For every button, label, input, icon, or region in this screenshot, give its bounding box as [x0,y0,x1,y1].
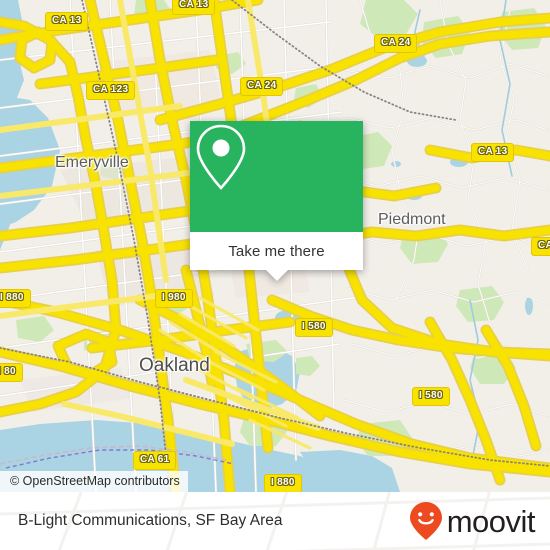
take-me-there-label: Take me there [228,242,325,260]
road-shield-ca13-nw: CA 13 [45,12,89,31]
footer-bar: B-Light Communications, SF Bay Area moov… [0,492,550,550]
road-shield-ca13-e: CA 13 [471,143,515,162]
road-shield-ca24-ne: CA 24 [374,34,418,53]
moovit-logo[interactable]: moovit [409,501,536,541]
road-shield-i980: I 980 [155,289,193,308]
road-shield-ca13-n: CA 13 [172,0,216,15]
map-attribution[interactable]: © OpenStreetMap contributors [0,471,188,492]
moovit-smile-pin-icon [409,502,442,540]
moovit-wordmark: moovit [446,503,536,539]
place-label-piedmont: Piedmont [378,211,446,228]
road-shield-i580-e: I 580 [412,387,450,406]
popup-pointer-tail [265,270,288,281]
map-pin-icon [196,124,246,190]
take-me-there-button[interactable]: Take me there [190,232,363,281]
road-shield-i580-n: I 580 [295,318,333,337]
road-shield-ca123: CA 123 [86,81,136,100]
road-shield-ca-edge: CA [531,237,550,256]
map-screenshot: .w { fill:#aad3e3; } .pk { fill:#cfe8b8;… [0,0,550,550]
popup-marker-area [190,121,363,232]
map-canvas[interactable]: .w { fill:#aad3e3; } .pk { fill:#cfe8b8;… [0,0,550,492]
place-label-emeryville: Emeryville [55,154,129,171]
road-shield-i880-w: I 880 [0,289,31,308]
location-popup[interactable]: Take me there [190,121,363,281]
road-shield-ca61: CA 61 [133,451,177,470]
road-shield-i80-w: I 80 [0,363,23,382]
page-title: B-Light Communications, SF Bay Area [18,512,283,529]
road-shield-i880-s: I 880 [264,474,302,492]
place-label-oakland: Oakland [139,355,210,376]
road-shield-ca24-c: CA 24 [240,77,284,96]
